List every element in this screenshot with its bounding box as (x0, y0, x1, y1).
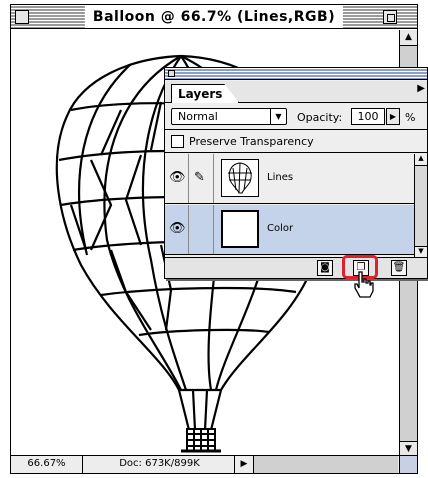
blend-mode-select[interactable]: Normal ▼ (171, 108, 287, 125)
opacity-slider-arrow-icon[interactable]: ▶ (386, 108, 400, 125)
eye-icon: 👁 (169, 221, 186, 236)
status-menu-arrow-icon[interactable]: ▶ (237, 457, 251, 471)
blend-mode-value: Normal (178, 110, 218, 123)
resize-box[interactable] (399, 456, 417, 473)
opacity-label: Opacity: (297, 111, 343, 124)
palette-titlebar[interactable] (165, 68, 427, 80)
preserve-transparency-label: Preserve Transparency (189, 135, 314, 148)
layer-name: Color (267, 223, 294, 234)
edit-indicator[interactable] (190, 205, 214, 254)
opacity-input[interactable]: 100 (351, 108, 385, 125)
document-titlebar[interactable]: Balloon @ 66.7% (Lines,RGB) (11, 5, 417, 29)
layer-row-color[interactable]: 👁 Color (165, 205, 415, 255)
eye-icon: 👁 (169, 170, 186, 185)
layer-row-lines[interactable]: 👁 ✎ Lines (165, 154, 415, 204)
palette-bottom-bar: ◙ ❐ 🗑 (165, 257, 427, 278)
layer-list-scrollbar[interactable]: ▲ ▼ (414, 154, 427, 258)
opacity-unit: % (405, 111, 416, 124)
blend-row: Normal ▼ Opacity: 100 ▶ % (165, 104, 427, 130)
layer-thumbnail (221, 210, 259, 248)
layer-mask-icon: ◙ (320, 262, 330, 273)
trash-icon: 🗑 (392, 262, 406, 273)
preserve-transparency-row: Preserve Transparency (165, 131, 427, 153)
palette-close-button[interactable] (168, 70, 175, 77)
scroll-up-arrow-icon[interactable]: ▲ (400, 30, 417, 46)
edit-indicator[interactable]: ✎ (190, 154, 214, 203)
zoom-level[interactable]: 66.67% (11, 456, 83, 473)
window-zoom-button[interactable] (383, 10, 397, 24)
document-title: Balloon @ 66.7% (Lines,RGB) (84, 6, 344, 28)
palette-tab-row: Layers ▶ (165, 81, 427, 103)
scroll-up-arrow-icon[interactable]: ▲ (415, 154, 427, 166)
lines-thumbnail-graphic (228, 162, 252, 194)
layers-palette: Layers ▶ Normal ▼ Opacity: 100 ▶ % Prese… (164, 67, 428, 279)
add-layer-mask-button[interactable]: ◙ (317, 260, 333, 276)
window-close-button[interactable] (15, 10, 29, 24)
visibility-toggle[interactable]: 👁 (165, 154, 189, 203)
preserve-transparency-checkbox[interactable] (171, 135, 184, 148)
layer-list: 👁 ✎ Lines 👁 Color (165, 154, 415, 258)
status-bar: 66.67% Doc: 673K/899K ▶ (11, 455, 417, 473)
visibility-toggle[interactable]: 👁 (165, 205, 189, 254)
horizontal-scrollbar[interactable] (253, 456, 398, 473)
tab-layers[interactable]: Layers (171, 84, 240, 103)
layer-thumbnail (221, 159, 259, 197)
brush-icon: ✎ (194, 170, 205, 185)
delete-layer-button[interactable]: 🗑 (391, 260, 407, 276)
chevron-down-icon: ▼ (270, 109, 286, 124)
palette-menu-arrow-icon[interactable]: ▶ (417, 83, 425, 94)
hand-pointer-cursor-icon (354, 271, 374, 298)
document-size-info: Doc: 673K/899K (85, 456, 235, 473)
layer-name: Lines (267, 172, 294, 183)
